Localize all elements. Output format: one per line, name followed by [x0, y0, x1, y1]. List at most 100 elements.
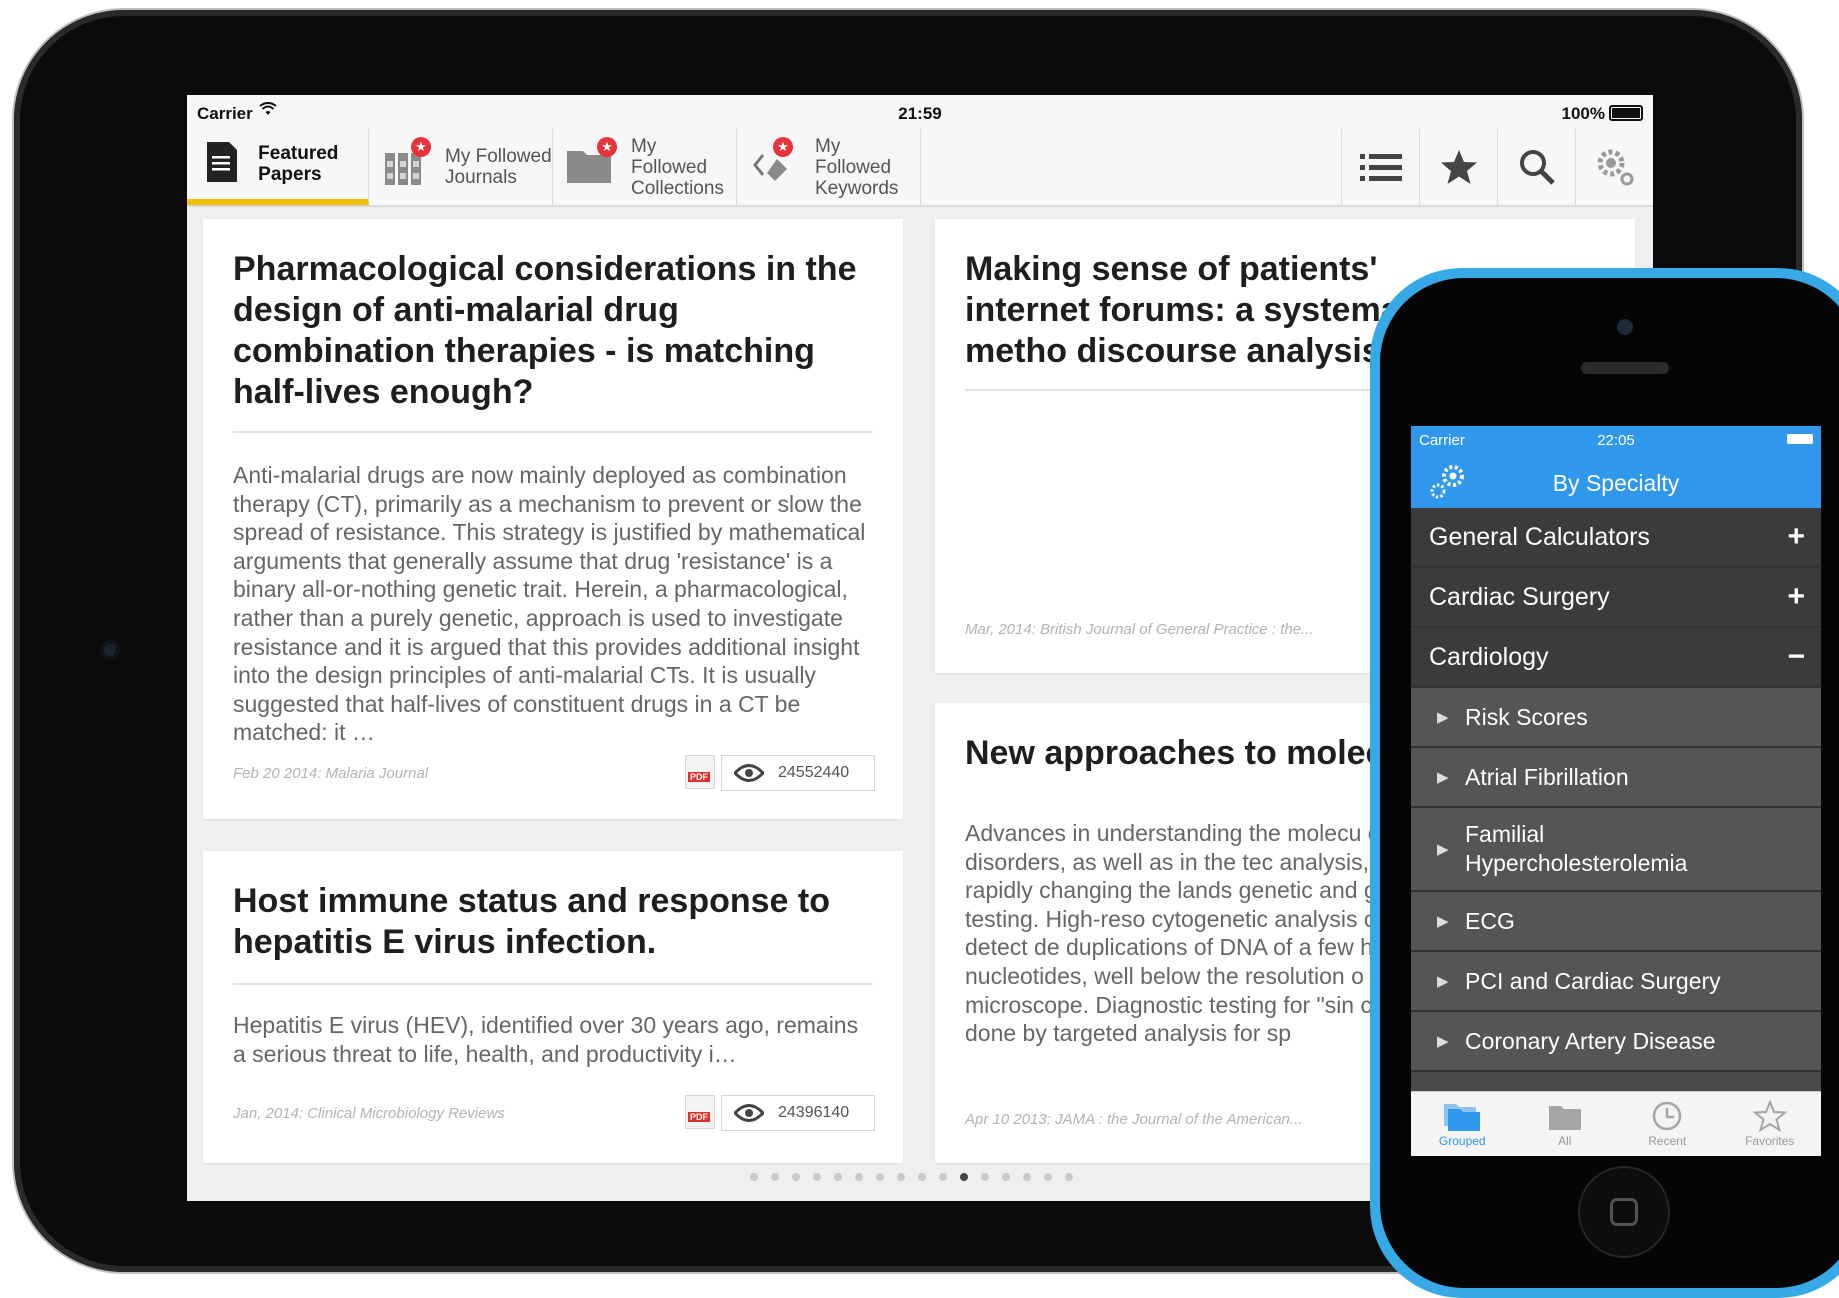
row-label: Risk Scores: [1465, 703, 1588, 730]
main-toolbar: Featured Papers ★ My Followed Journals ★: [187, 129, 1653, 207]
row-label: Cardiac Surgery: [1429, 582, 1610, 611]
paper-title[interactable]: Pharmacological considerations in the de…: [233, 249, 873, 413]
page-dot[interactable]: [897, 1173, 905, 1181]
view-count-box: 24552440: [721, 755, 875, 791]
card-divider: [233, 431, 873, 433]
page-dot[interactable]: [771, 1173, 779, 1181]
journals-icon: ★: [383, 137, 431, 189]
disclosure-triangle-icon: ▶: [1437, 709, 1449, 726]
category-row-general-calculators[interactable]: General Calculators +: [1411, 508, 1821, 568]
tab-recent[interactable]: Recent: [1616, 1092, 1719, 1156]
paper-card[interactable]: Host immune status and response to hepat…: [203, 851, 903, 1163]
page-dot[interactable]: [813, 1173, 821, 1181]
list-view-button[interactable]: [1341, 129, 1420, 205]
page-dot[interactable]: [1002, 1173, 1010, 1181]
list-item-coronary-artery-disease[interactable]: ▶ Coronary Artery Disease: [1411, 1012, 1821, 1072]
expand-icon[interactable]: +: [1787, 520, 1805, 554]
pdf-label: PDF: [688, 772, 710, 782]
paper-source: Apr 10 2013: JAMA : the Journal of the A…: [965, 1111, 1303, 1128]
notification-badge-icon: ★: [411, 137, 431, 157]
row-label: Atrial Fibrillation: [1465, 763, 1629, 790]
battery-icon: [1787, 434, 1813, 444]
page-dot[interactable]: [834, 1173, 842, 1181]
list-item-risk-scores[interactable]: ▶ Risk Scores: [1411, 688, 1821, 748]
nav-title: By Specialty: [1552, 470, 1680, 496]
grouped-icon: [1444, 1104, 1481, 1131]
page-dot[interactable]: [1065, 1173, 1073, 1181]
search-button[interactable]: [1497, 129, 1576, 205]
iphone-speaker: [1581, 362, 1669, 374]
tab-label-line: Journals: [445, 167, 517, 188]
tab-label: Featured Papers: [258, 143, 368, 185]
ipad-camera: [100, 640, 120, 660]
row-label: PCI and Cardiac Surgery: [1465, 967, 1721, 994]
list-item-pci-and-cardiac-surgery[interactable]: ▶ PCI and Cardiac Surgery: [1411, 952, 1821, 1012]
tab-label: Grouped: [1438, 1134, 1486, 1148]
page-dot[interactable]: [750, 1173, 758, 1181]
tab-label: Favorites: [1745, 1134, 1795, 1148]
list-item-ecg[interactable]: ▶ ECG: [1411, 892, 1821, 952]
view-count-box: 24396140: [721, 1095, 875, 1131]
page-dot[interactable]: [1023, 1173, 1031, 1181]
tab-label-line: Keywords: [815, 177, 899, 199]
tab-label: All: [1558, 1134, 1572, 1148]
clock-label: 22:05: [1597, 432, 1635, 449]
category-row-cardiology[interactable]: Cardiology −: [1411, 628, 1821, 688]
eye-icon: [734, 764, 764, 782]
tab-favorites[interactable]: Favorites: [1719, 1092, 1822, 1156]
tab-all[interactable]: All: [1514, 1092, 1617, 1156]
paper-card[interactable]: Pharmacological considerations in the de…: [203, 219, 903, 819]
tab-my-followed-keywords[interactable]: ★ My Followed Keywords: [737, 129, 921, 205]
page-indicator[interactable]: [750, 1173, 1073, 1181]
tab-my-followed-journals[interactable]: ★ My Followed Journals: [369, 129, 553, 205]
settings-button[interactable]: [1575, 129, 1653, 205]
pdf-icon[interactable]: PDF: [685, 1095, 715, 1129]
list-item-atrial-fibrillation[interactable]: ▶ Atrial Fibrillation: [1411, 748, 1821, 808]
eye-icon: [734, 1104, 764, 1122]
iphone-status-bar: Carrier 22:05: [1411, 426, 1821, 454]
iphone-device: Carrier 22:05 By Specialty General Calcu…: [1370, 268, 1839, 1298]
view-count: 24396140: [778, 1104, 850, 1121]
home-button[interactable]: [1578, 1166, 1670, 1258]
collapse-icon[interactable]: −: [1787, 640, 1805, 674]
page-dot[interactable]: [981, 1173, 989, 1181]
card-divider: [233, 983, 873, 985]
tab-label: Recent: [1648, 1134, 1687, 1148]
tab-label: My Followed Collections: [631, 136, 736, 199]
page-dot[interactable]: [918, 1173, 926, 1181]
search-icon: [1520, 150, 1555, 185]
expand-icon[interactable]: +: [1787, 580, 1805, 614]
page-dot[interactable]: [1044, 1173, 1052, 1181]
tab-featured-papers[interactable]: Featured Papers: [187, 129, 369, 205]
page-dot[interactable]: [792, 1173, 800, 1181]
disclosure-triangle-icon: ▶: [1437, 769, 1449, 786]
iphone-bezel: Carrier 22:05 By Specialty General Calcu…: [1380, 278, 1839, 1288]
page-dot[interactable]: [876, 1173, 884, 1181]
category-row-cardiac-surgery[interactable]: Cardiac Surgery +: [1411, 568, 1821, 628]
iphone-camera: [1617, 319, 1633, 335]
list-icon: [1360, 154, 1402, 181]
specialty-list: General Calculators + Cardiac Surgery + …: [1411, 508, 1821, 1072]
page-dot[interactable]: [960, 1173, 968, 1181]
tab-label: My Followed Journals: [445, 146, 552, 188]
tab-label-line: Collections: [631, 177, 724, 199]
list-item-familial-hypercholesterolemia[interactable]: ▶ Familial Hypercholesterolemia: [1411, 808, 1821, 892]
document-icon: [201, 142, 238, 186]
disclosure-triangle-icon: ▶: [1437, 1033, 1449, 1050]
star-outline-icon: [1752, 1100, 1788, 1132]
row-label: ECG: [1465, 907, 1515, 934]
paper-title[interactable]: Host immune status and response to hepat…: [233, 881, 873, 963]
favorites-button[interactable]: [1419, 129, 1498, 205]
page-dot[interactable]: [939, 1173, 947, 1181]
tab-grouped[interactable]: Grouped: [1411, 1092, 1514, 1156]
disclosure-triangle-icon: ▶: [1437, 840, 1449, 858]
row-label: Coronary Artery Disease: [1465, 1027, 1716, 1054]
battery-percent: 100%: [1561, 104, 1605, 123]
paper-source: Mar, 2014: British Journal of General Pr…: [965, 621, 1314, 638]
page-dot[interactable]: [855, 1173, 863, 1181]
pdf-icon[interactable]: PDF: [685, 755, 715, 789]
tab-label-line: Papers: [258, 164, 322, 185]
paper-abstract: Hepatitis E virus (HEV), identified over…: [233, 1012, 859, 1067]
tag-icon: ★: [751, 137, 795, 189]
tab-my-followed-collections[interactable]: ★ My Followed Collections: [553, 129, 737, 205]
